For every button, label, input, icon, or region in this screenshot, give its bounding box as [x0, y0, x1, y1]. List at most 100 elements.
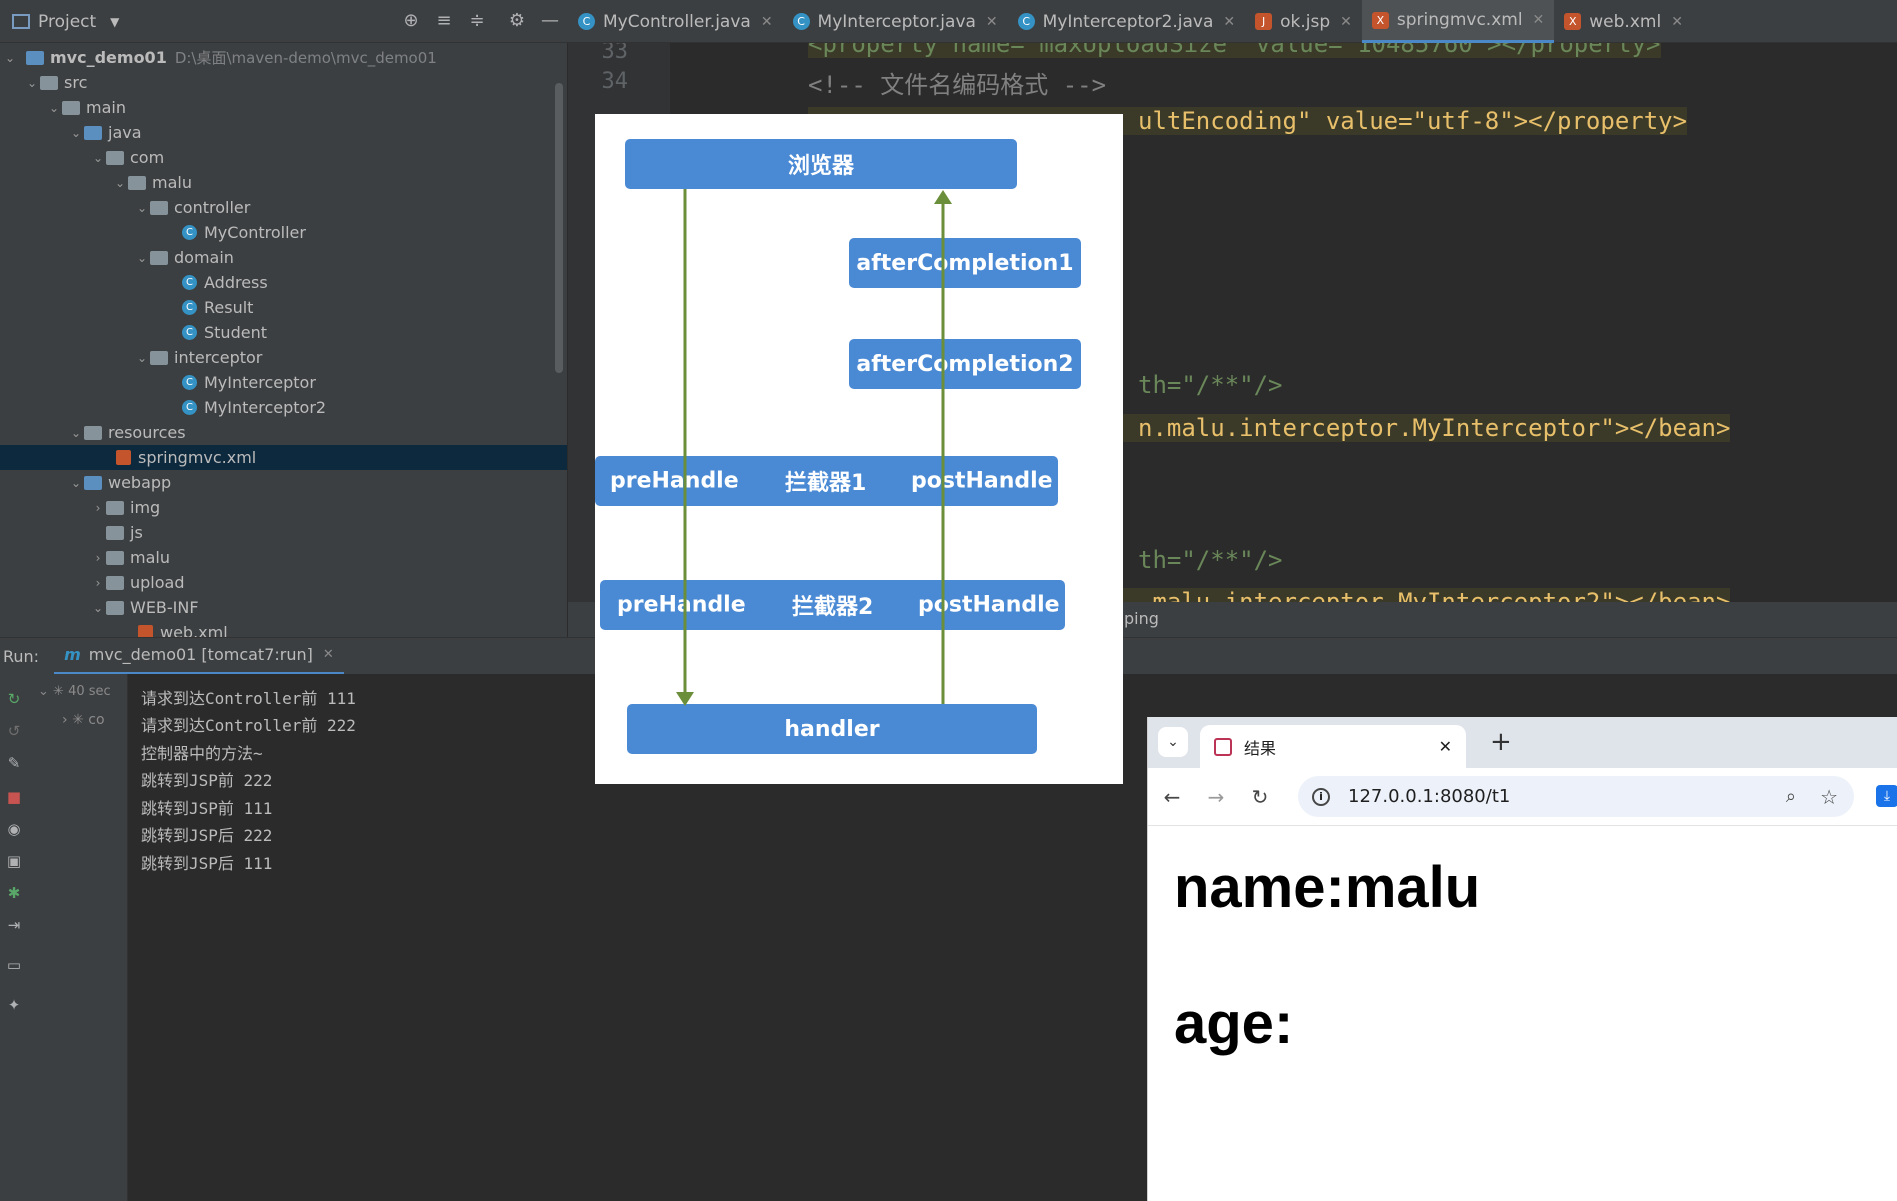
chevron-down-icon[interactable]: ⌄: [68, 426, 84, 440]
reload-icon[interactable]: ↻: [1248, 785, 1272, 809]
address-bar[interactable]: i 127.0.0.1:8080/t1 ⌕ ☆: [1298, 776, 1854, 817]
tree-item-label: js: [130, 523, 143, 542]
run-tree-child[interactable]: › ✳ co: [62, 712, 105, 728]
tree-item[interactable]: ⌄ controller: [0, 195, 567, 220]
tree-item[interactable]: C Result: [0, 295, 567, 320]
close-icon[interactable]: ✕: [1533, 12, 1545, 28]
tree-item[interactable]: ⌄ java: [0, 120, 567, 145]
tree-item[interactable]: ⌄ resources: [0, 420, 567, 445]
tree-item[interactable]: › malu: [0, 545, 567, 570]
top-bar: Project ▼ ⊕ ≡ ≑ ⚙ — C MyController.java ✕ …: [0, 0, 1897, 43]
tree-item-label: webapp: [108, 473, 172, 492]
stop-icon[interactable]: ■: [5, 788, 23, 806]
gear-icon[interactable]: ⚙: [506, 10, 528, 32]
chevron-down-icon[interactable]: ⌄: [90, 151, 106, 165]
pin-icon[interactable]: ✦: [5, 996, 23, 1014]
tree-item[interactable]: ⌄ com: [0, 145, 567, 170]
tree-root[interactable]: ⌄ mvc_demo01 D:\桌面\maven-demo\mvc_demo01: [0, 45, 567, 70]
package-icon: [150, 200, 168, 215]
close-icon[interactable]: ✕: [1439, 737, 1452, 756]
tree-item[interactable]: C MyInterceptor2: [0, 395, 567, 420]
chevron-down-icon[interactable]: ⌄: [134, 351, 150, 365]
collapse-all-icon[interactable]: ≑: [466, 10, 488, 32]
close-icon[interactable]: ✕: [1671, 14, 1683, 30]
tree-item[interactable]: C Student: [0, 320, 567, 345]
tree-item[interactable]: C MyController: [0, 220, 567, 245]
class-icon: C: [182, 275, 197, 290]
rerun-icon[interactable]: ↻: [5, 690, 23, 708]
site-info-icon[interactable]: i: [1312, 787, 1330, 806]
class-icon: C: [182, 325, 197, 340]
close-icon[interactable]: ✕: [761, 14, 773, 30]
chevron-down-icon[interactable]: ⌄: [68, 476, 84, 490]
rerun-failed-icon[interactable]: ↺: [5, 722, 23, 740]
browser-tab[interactable]: 结果 ✕: [1200, 725, 1466, 768]
exit-icon[interactable]: ⇥: [5, 916, 23, 934]
chevron-right-icon[interactable]: ›: [90, 576, 106, 590]
tree-item[interactable]: ⌄ interceptor: [0, 345, 567, 370]
close-icon[interactable]: ✕: [986, 14, 998, 30]
tree-item[interactable]: ⌄ webapp: [0, 470, 567, 495]
run-child-label: co: [88, 712, 105, 728]
chevron-down-icon[interactable]: ⌄: [24, 76, 40, 90]
tree-item[interactable]: › img: [0, 495, 567, 520]
camera-icon[interactable]: ▣: [5, 852, 23, 870]
layout-icon[interactable]: ▭: [5, 956, 23, 974]
chevron-right-icon[interactable]: ›: [90, 501, 106, 515]
chevron-down-icon[interactable]: ⌄: [2, 51, 18, 65]
chevron-right-icon[interactable]: ›: [90, 551, 106, 565]
tab-web-xml[interactable]: Xweb.xml ✕: [1554, 0, 1693, 43]
tab-mycontroller[interactable]: C MyController.java ✕: [568, 0, 783, 43]
tree-scrollbar[interactable]: [555, 83, 563, 373]
run-tree-root[interactable]: ⌄ ✳ 40 sec: [38, 684, 111, 699]
chevron-down-icon[interactable]: ⌄: [90, 601, 106, 615]
tree-item[interactable]: web.xml: [0, 620, 567, 637]
close-icon[interactable]: ✕: [1223, 14, 1235, 30]
tree-item[interactable]: ⌄ domain: [0, 245, 567, 270]
download-icon[interactable]: ⤓: [1876, 785, 1897, 807]
project-icon: [12, 14, 30, 29]
package-icon: [150, 350, 168, 365]
tab-search-button[interactable]: ⌄: [1158, 727, 1188, 757]
tab-label: MyInterceptor.java: [817, 11, 976, 32]
minimize-icon[interactable]: —: [539, 10, 561, 32]
package-icon: [106, 150, 124, 165]
tree-item[interactable]: ⌄ WEB-INF: [0, 595, 567, 620]
run-side-toolbar: ↻ ↺ ✎ ■ ◉ ▣ ✱ ⇥ ▭ ✦: [0, 674, 28, 1201]
chevron-down-icon[interactable]: ⌄: [134, 251, 150, 265]
back-icon[interactable]: ←: [1160, 785, 1184, 809]
tree-item[interactable]: ⌄ main: [0, 95, 567, 120]
new-tab-button[interactable]: +: [1490, 727, 1512, 757]
tree-item[interactable]: › upload: [0, 570, 567, 595]
tab-label: MyInterceptor2.java: [1042, 11, 1214, 32]
tree-item[interactable]: C Address: [0, 270, 567, 295]
zoom-icon[interactable]: ⌕: [1786, 786, 1796, 807]
locate-icon[interactable]: ⊕: [400, 10, 422, 32]
bug-icon[interactable]: ✱: [5, 884, 23, 902]
tree-item[interactable]: js: [0, 520, 567, 545]
chevron-down-icon[interactable]: ▼: [110, 15, 119, 29]
url-text[interactable]: 127.0.0.1:8080/t1: [1348, 786, 1510, 807]
tab-springmvc-xml[interactable]: Xspringmvc.xml ✕: [1361, 0, 1555, 43]
chevron-down-icon[interactable]: ⌄: [112, 176, 128, 190]
eye-icon[interactable]: ◉: [5, 820, 23, 838]
close-icon[interactable]: ✕: [1340, 14, 1352, 30]
breadcrumb-text[interactable]: ping: [1124, 609, 1159, 628]
chevron-down-icon[interactable]: ⌄: [68, 126, 84, 140]
expand-all-icon[interactable]: ≡: [433, 10, 455, 32]
close-icon[interactable]: ✕: [323, 647, 334, 662]
chevron-down-icon[interactable]: ⌄: [134, 201, 150, 215]
run-tab[interactable]: m mvc_demo01 [tomcat7:run] ✕: [54, 638, 344, 675]
tab-myinterceptor2[interactable]: C MyInterceptor2.java ✕: [1008, 0, 1245, 43]
tree-item[interactable]: ⌄ src: [0, 70, 567, 95]
tree-item[interactable]: C MyInterceptor: [0, 370, 567, 395]
tab-okjsp[interactable]: Jok.jsp ✕: [1245, 0, 1362, 43]
tree-item[interactable]: ⌄ malu: [0, 170, 567, 195]
wrench-icon[interactable]: ✎: [5, 754, 23, 772]
forward-icon[interactable]: →: [1204, 785, 1228, 809]
star-icon[interactable]: ☆: [1820, 785, 1838, 809]
tree-item-selected[interactable]: springmvc.xml: [0, 445, 567, 470]
chevron-down-icon[interactable]: ⌄: [46, 101, 62, 115]
tab-myinterceptor[interactable]: C MyInterceptor.java ✕: [783, 0, 1008, 43]
xml-icon: X: [1371, 11, 1389, 29]
